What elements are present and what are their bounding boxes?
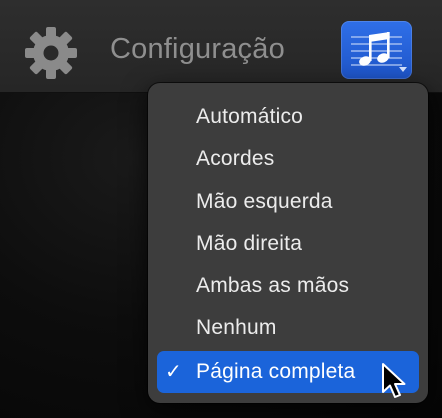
menu-item-mao-direita[interactable]: Mão direita <box>148 223 428 265</box>
mouse-pointer-icon <box>382 363 406 398</box>
menu-item-label: Acordes <box>196 147 275 171</box>
menu-item-nenhum[interactable]: Nenhum <box>148 307 428 349</box>
toolbar: Configuração <box>0 0 442 93</box>
menu-item-pagina-completa[interactable]: ✓ Página completa <box>157 350 419 393</box>
menu-item-acordes[interactable]: Acordes <box>148 138 428 180</box>
menu-item-label: Nenhum <box>196 316 277 340</box>
menu-item-label: Automático <box>196 105 304 128</box>
view-options-menu: Automático Acordes Mão esquerda Mão dire… <box>148 83 428 403</box>
menu-item-mao-esquerda[interactable]: Mão esquerda <box>148 181 428 223</box>
menu-item-label: Ambas as mãos <box>196 274 350 298</box>
menu-item-label: Página completa <box>196 359 356 383</box>
menu-item-label: Mão direita <box>196 231 303 255</box>
view-menu-button[interactable] <box>341 21 412 79</box>
gear-icon[interactable] <box>21 23 81 83</box>
menu-item-automatico[interactable]: Automático <box>148 96 428 138</box>
page-title: Configuração <box>110 33 285 65</box>
chevron-down-icon <box>399 67 407 72</box>
menu-item-label: Mão esquerda <box>196 189 333 213</box>
checkmark-icon: ✓ <box>165 360 182 383</box>
menu-item-ambas-as-maos[interactable]: Ambas as mãos <box>148 265 428 307</box>
music-notes-icon <box>351 32 402 66</box>
